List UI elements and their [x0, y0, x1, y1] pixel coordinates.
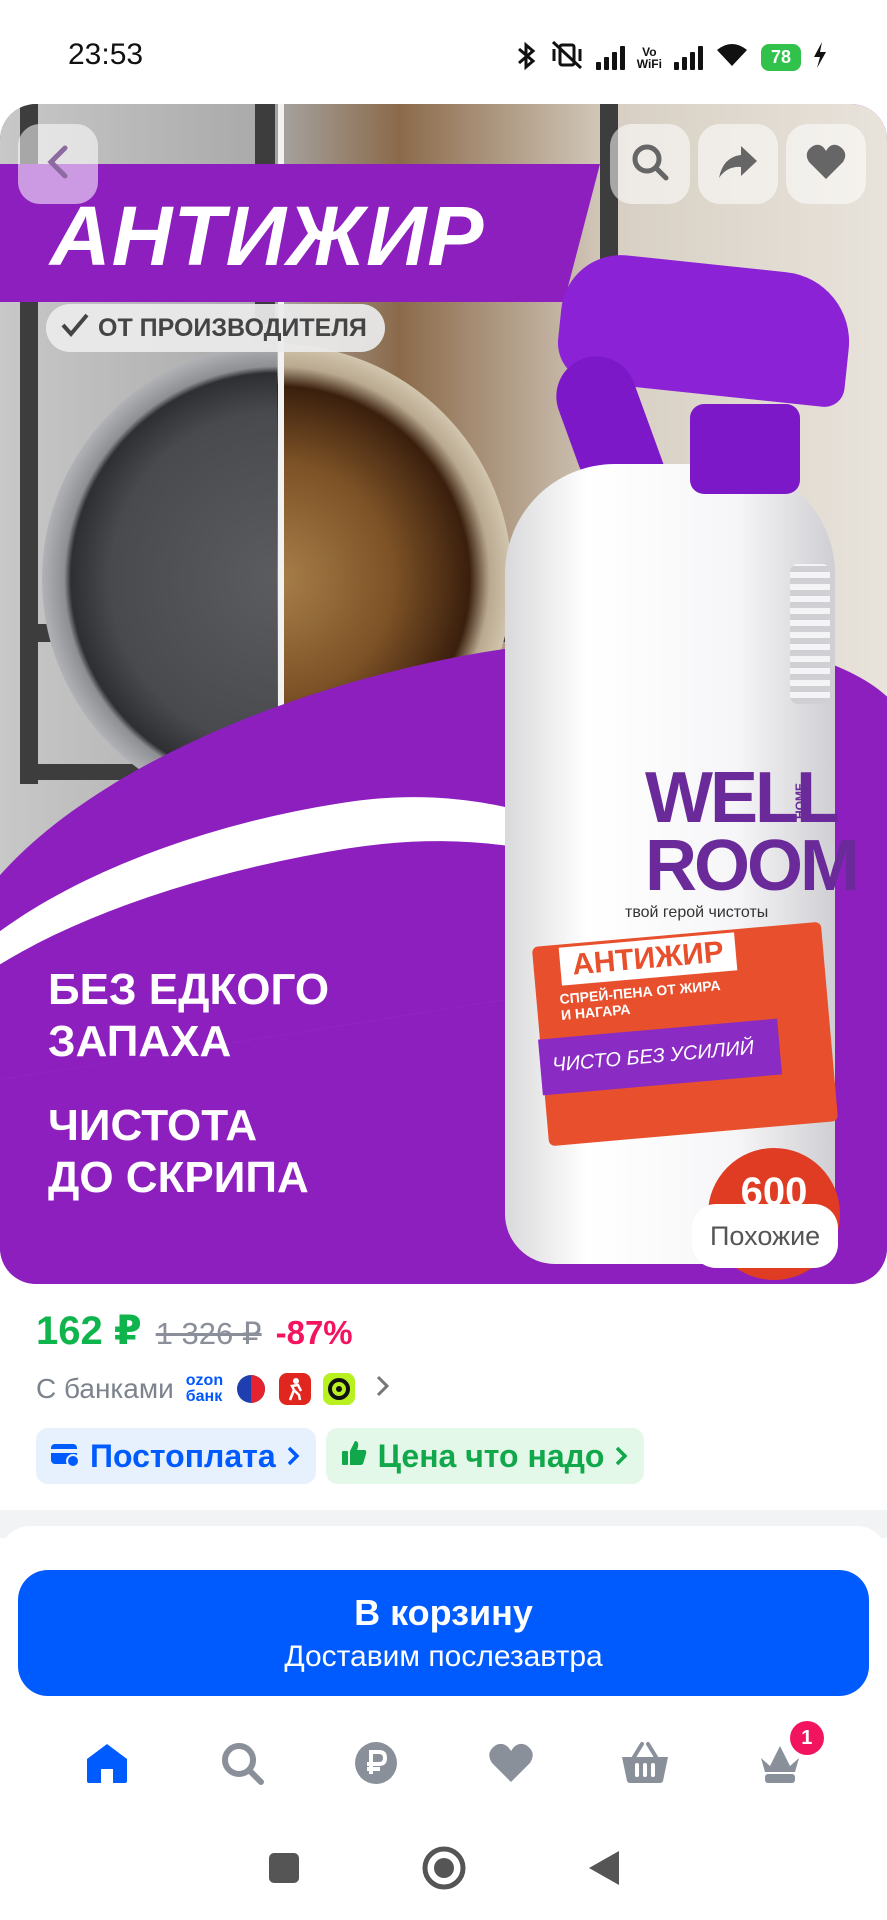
price-row: 162 ₽ 1 326 ₽ -87% [36, 1308, 353, 1354]
nav-favorites[interactable] [481, 1735, 541, 1795]
home-icon [84, 1741, 130, 1790]
check-icon [60, 312, 90, 345]
vowifi-icon: Vo WiFi [636, 44, 662, 71]
bottle-grip [790, 564, 830, 704]
share-icon [717, 144, 759, 185]
thumbs-up-icon [340, 1438, 368, 1475]
maker-badge-label: ОТ ПРОИЗВОДИТЕЛЯ [98, 313, 367, 342]
chevron-right-icon [375, 1372, 391, 1406]
maker-badge: ОТ ПРОИЗВОДИТЕЛЯ [46, 304, 385, 352]
wallet-icon [50, 1438, 80, 1475]
bank-logo-icon [323, 1373, 356, 1405]
chevron-right-icon [614, 1438, 628, 1475]
banks-label: С банками [36, 1373, 174, 1404]
nav-cart[interactable] [615, 1735, 675, 1795]
heart-icon [805, 143, 847, 186]
fair-price-tag[interactable]: Цена что надо [325, 1428, 645, 1484]
ruble-icon [353, 1740, 399, 1791]
status-bar: 23:53 Vo WiFi 78 [0, 0, 887, 104]
back-arrow-icon [43, 144, 73, 185]
battery-indicator: 78 [760, 44, 801, 71]
bottle-cap [690, 404, 800, 494]
similar-products-button[interactable]: Похожие [692, 1204, 839, 1268]
slogan-no-smell: БЕЗ ЕДКОГО ЗАПАХА [48, 965, 330, 1066]
nav-finance[interactable] [346, 1735, 406, 1795]
bank-logo-icon [279, 1373, 312, 1405]
wifi-icon [715, 42, 749, 73]
current-price: 162 ₽ [36, 1309, 142, 1353]
postpay-tag[interactable]: Постоплата [36, 1428, 316, 1484]
search-button[interactable] [610, 124, 690, 204]
tags-row: Постоплата Цена что надо [36, 1428, 645, 1484]
ozon-bank-logo: ozon банк [185, 1372, 224, 1405]
slogan-squeaky-clean: ЧИСТОТА ДО СКРИПА [48, 1101, 309, 1202]
brand-logo: WELL ROOM [645, 758, 860, 906]
home-button[interactable] [421, 1845, 467, 1896]
bank-logo-icon [235, 1373, 268, 1405]
brand-home: HOME [793, 783, 807, 819]
add-to-cart-label: В корзину [354, 1592, 533, 1633]
delivery-label: Доставим послезавтра [284, 1640, 603, 1673]
recent-apps-button[interactable] [267, 1851, 301, 1890]
hero-title: АНТИЖИР [50, 189, 485, 283]
system-navigation-bar [0, 1820, 887, 1920]
back-nav-button[interactable] [587, 1849, 621, 1892]
signal-icon-1 [595, 45, 625, 70]
search-icon [630, 142, 670, 187]
chevron-right-icon [286, 1438, 300, 1475]
fair-price-label: Цена что надо [377, 1437, 605, 1474]
bottom-navigation: 1 [0, 1720, 887, 1810]
nav-profile[interactable]: 1 [750, 1721, 824, 1795]
vibrate-mute-icon [550, 40, 584, 75]
share-button[interactable] [698, 124, 778, 204]
bluetooth-icon [516, 41, 538, 75]
brand-tagline: твой герой чистоты [625, 904, 769, 921]
signal-icon-2 [673, 45, 703, 70]
basket-icon [620, 1741, 670, 1790]
old-price: 1 326 ₽ [155, 1316, 262, 1351]
status-icons: Vo WiFi 78 [516, 40, 827, 75]
nav-search[interactable] [212, 1735, 272, 1795]
postpay-label: Постоплата [90, 1437, 276, 1474]
product-image-gallery[interactable]: АНТИЖИР ОТ ПРОИЗВОДИТЕЛЯ БЕЗ ЕДКОГО ЗАПА… [0, 104, 887, 1284]
bank-offers-row[interactable]: С банками ozon банк [36, 1372, 391, 1406]
favorite-button[interactable] [786, 124, 866, 204]
charging-icon [813, 42, 827, 73]
back-button[interactable] [18, 124, 98, 204]
heart-icon [487, 1742, 535, 1789]
discount-badge: -87% [275, 1314, 353, 1351]
cart-count-badge: 1 [789, 1721, 824, 1755]
status-time: 23:53 [68, 38, 144, 71]
add-to-cart-button[interactable]: В корзину Доставим послезавтра [18, 1570, 869, 1696]
search-icon [219, 1740, 265, 1791]
nav-home[interactable] [77, 1735, 137, 1795]
price-section: 162 ₽ 1 326 ₽ -87% С банками ozon банк П… [0, 1290, 887, 1522]
